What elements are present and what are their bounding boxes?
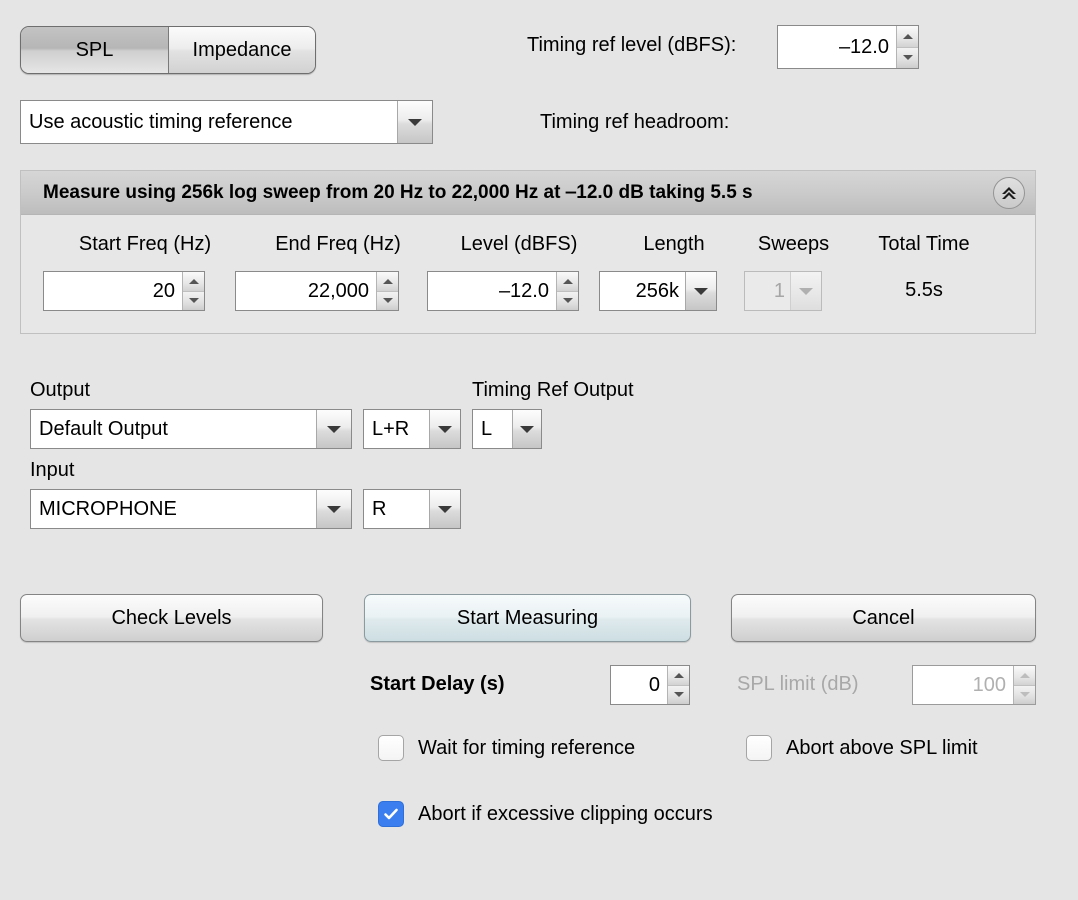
abort-if-excessive-clipping-checkbox-row[interactable]: Abort if excessive clipping occurs [378,801,713,827]
timing-ref-level-value: ‒12.0 [778,26,896,68]
stepper-up-icon[interactable] [557,272,578,291]
chevron-down-icon [790,272,821,310]
tab-impedance-label: Impedance [192,38,292,61]
double-chevron-up-icon[interactable] [993,176,1025,209]
stepper-up-icon [1014,666,1035,685]
output-device-dropdown[interactable]: Default Output [30,409,352,449]
measure-panel-header: Measure using 256k log sweep from 20 Hz … [21,171,1035,215]
level-spinner[interactable]: ‒12.0 [427,271,579,311]
start-delay-stepper[interactable] [667,666,689,704]
input-label: Input [30,459,75,481]
timing-ref-level-spinner[interactable]: ‒12.0 [777,25,919,69]
timing-ref-output-channel-dropdown[interactable]: L [472,409,542,449]
spl-limit-spinner: 100 [912,665,1036,705]
start-delay-spinner[interactable]: 0 [610,665,690,705]
stepper-down-icon[interactable] [377,290,398,310]
start-delay-label: Start Delay (s) [370,673,505,695]
chevron-down-icon[interactable] [316,410,351,448]
length-value: 256k [600,272,685,310]
end-freq-stepper[interactable] [376,272,398,310]
stepper-up-icon[interactable] [668,666,689,685]
spl-limit-stepper [1013,666,1035,704]
output-device-value: Default Output [31,410,316,448]
abort-above-spl-limit-checkbox[interactable] [746,735,772,761]
chevron-down-icon[interactable] [685,272,716,310]
sweeps-dropdown: 1 [744,271,822,311]
timing-ref-output-label: Timing Ref Output [472,379,634,401]
start-measuring-label: Start Measuring [456,606,599,629]
output-label: Output [30,379,91,401]
start-freq-label: Start Freq (Hz) [78,233,212,255]
input-device-dropdown[interactable]: MICROPHONE [30,489,352,529]
start-delay-value: 0 [611,666,667,704]
wait-for-timing-reference-checkbox-row[interactable]: Wait for timing reference [378,735,635,761]
level-value: ‒12.0 [428,272,556,310]
wait-for-timing-reference-checkbox[interactable] [378,735,404,761]
stepper-down-icon [1014,684,1035,704]
output-channel-value: L+R [364,410,429,448]
input-channel-value: R [364,490,429,528]
end-freq-spinner[interactable]: 22,000 [235,271,399,311]
stepper-up-icon[interactable] [183,272,204,291]
chevron-down-icon[interactable] [429,410,460,448]
chevron-down-icon[interactable] [316,490,351,528]
wait-for-timing-reference-label: Wait for timing reference [418,736,636,759]
abort-above-spl-limit-label: Abort above SPL limit [786,736,978,759]
chevron-down-icon[interactable] [512,410,541,448]
input-device-value: MICROPHONE [31,490,316,528]
stepper-down-icon[interactable] [668,684,689,704]
cancel-button[interactable]: Cancel [731,594,1036,642]
tab-spl-label: SPL [75,38,114,61]
level-label: Level (dBFS) [460,233,578,255]
abort-if-excessive-clipping-checkbox[interactable] [378,801,404,827]
tab-spl[interactable]: SPL [21,27,169,73]
sweeps-value: 1 [745,272,790,310]
measure-settings-panel: Measure using 256k log sweep from 20 Hz … [20,170,1036,334]
timing-ref-output-channel-value: L [473,410,512,448]
length-dropdown[interactable]: 256k [599,271,717,311]
cancel-label: Cancel [852,606,915,629]
timing-reference-mode-value: Use acoustic timing reference [21,101,397,143]
tab-impedance[interactable]: Impedance [169,27,315,73]
timing-ref-level-stepper[interactable] [896,26,918,68]
start-freq-value: 20 [44,272,182,310]
timing-ref-headroom-label: Timing ref headroom: [540,111,730,133]
check-icon [384,808,398,820]
end-freq-label: End Freq (Hz) [275,233,401,255]
input-channel-dropdown[interactable]: R [363,489,461,529]
timing-ref-level-label: Timing ref level (dBFS): [527,34,737,56]
measurement-mode-tabs[interactable]: SPL Impedance [20,26,316,74]
start-freq-stepper[interactable] [182,272,204,310]
start-freq-spinner[interactable]: 20 [43,271,205,311]
total-time-label: Total Time [878,233,970,255]
start-measuring-button[interactable]: Start Measuring [364,594,691,642]
chevron-down-icon[interactable] [397,101,432,143]
total-time-value: 5.5s [905,279,943,301]
chevron-down-icon[interactable] [429,490,460,528]
check-levels-button[interactable]: Check Levels [20,594,323,642]
spl-limit-label: SPL limit (dB) [737,673,859,695]
length-label: Length [643,233,705,255]
stepper-down-icon[interactable] [183,290,204,310]
measure-panel-title: Measure using 256k log sweep from 20 Hz … [43,181,753,203]
end-freq-value: 22,000 [236,272,376,310]
check-levels-label: Check Levels [111,606,232,629]
output-channel-dropdown[interactable]: L+R [363,409,461,449]
stepper-down-icon[interactable] [897,46,918,68]
level-stepper[interactable] [556,272,578,310]
stepper-up-icon[interactable] [897,26,918,47]
timing-reference-mode-dropdown[interactable]: Use acoustic timing reference [20,100,433,144]
abort-if-excessive-clipping-label: Abort if excessive clipping occurs [418,802,713,825]
spl-limit-value: 100 [913,666,1013,704]
stepper-down-icon[interactable] [557,290,578,310]
abort-above-spl-limit-checkbox-row[interactable]: Abort above SPL limit [746,735,978,761]
stepper-up-icon[interactable] [377,272,398,291]
